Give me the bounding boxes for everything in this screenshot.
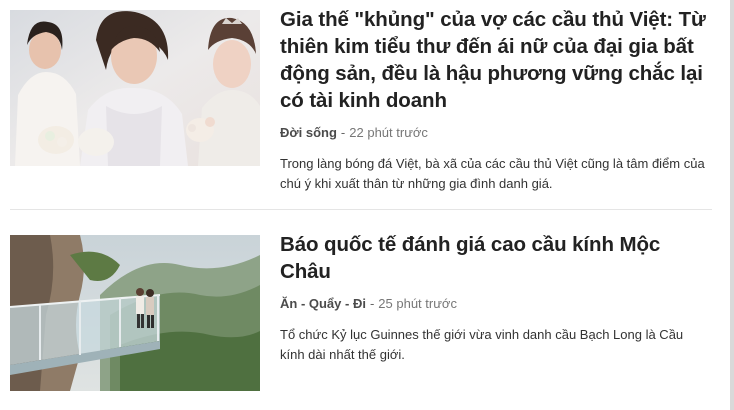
article-title[interactable]: Gia thế "khủng" của vợ các cầu thủ Việt:… <box>280 6 710 114</box>
article-meta: Ăn - Quẩy - Đi -25 phút trước <box>280 295 710 313</box>
article-item: Gia thế "khủng" của vợ các cầu thủ Việt:… <box>10 8 712 191</box>
article-category[interactable]: Đời sống <box>280 125 337 140</box>
thumbnail-image-glass-bridge <box>10 235 260 391</box>
article-meta: Đời sống -22 phút trước <box>280 124 710 142</box>
article-category[interactable]: Ăn - Quẩy - Đi <box>280 296 366 311</box>
article-thumbnail[interactable] <box>10 10 260 166</box>
article-summary: Trong làng bóng đá Việt, bà xã của các c… <box>280 156 705 191</box>
article-content: Báo quốc tế đánh giá cao cầu kính Mộc Ch… <box>280 231 710 365</box>
thumbnail-image-brides <box>10 10 260 166</box>
article-summary: Tổ chức Kỷ lục Guinnes thế giới vừa vinh… <box>280 327 684 362</box>
article-time: 25 phút trước <box>378 296 457 311</box>
article-divider <box>10 209 712 210</box>
scrollbar-track[interactable] <box>730 0 734 410</box>
article-time: 22 phút trước <box>349 125 428 140</box>
article-item: Báo quốc tế đánh giá cao cầu kính Mộc Ch… <box>10 233 712 391</box>
article-thumbnail[interactable] <box>10 235 260 391</box>
meta-separator: - <box>369 296 375 311</box>
article-title[interactable]: Báo quốc tế đánh giá cao cầu kính Mộc Ch… <box>280 231 710 285</box>
article-content: Gia thế "khủng" của vợ các cầu thủ Việt:… <box>280 6 710 194</box>
meta-separator: - <box>340 125 346 140</box>
